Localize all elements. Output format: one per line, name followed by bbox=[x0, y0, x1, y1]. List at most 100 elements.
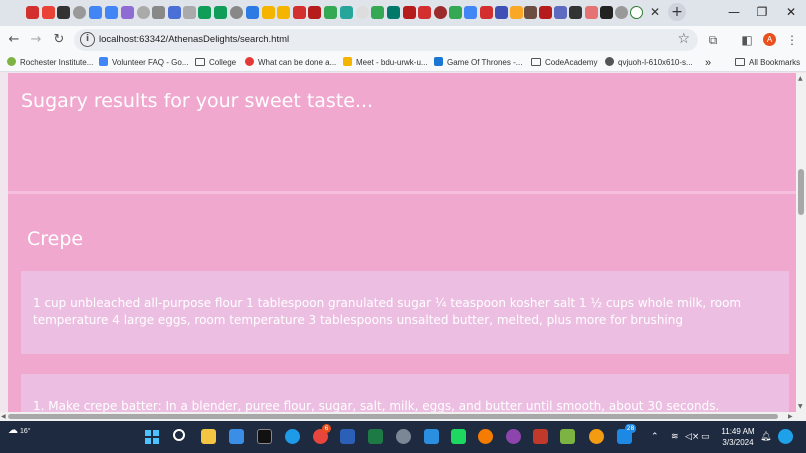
wifi-icon[interactable]: ≋ bbox=[671, 432, 679, 442]
sheets-tab-icon[interactable] bbox=[214, 6, 227, 19]
snipping-icon[interactable] bbox=[533, 429, 548, 444]
excel-icon[interactable] bbox=[368, 429, 383, 444]
bookmarks-overflow-button[interactable]: » bbox=[705, 54, 711, 72]
store-icon[interactable] bbox=[229, 429, 244, 444]
vertical-scroll-thumb[interactable] bbox=[798, 169, 804, 215]
bookmark-item[interactable]: College bbox=[195, 54, 236, 72]
extensions-icon[interactable]: ⧉ bbox=[706, 33, 720, 47]
scroll-right-arrow[interactable]: ▶ bbox=[788, 413, 793, 420]
scroll-up-arrow[interactable]: ▲ bbox=[798, 75, 803, 82]
notepad-icon[interactable] bbox=[560, 429, 575, 444]
word-icon[interactable] bbox=[340, 429, 355, 444]
start-button[interactable] bbox=[145, 430, 159, 444]
site-info-icon[interactable]: i bbox=[80, 32, 95, 47]
address-bar[interactable]: i localhost:63342/AthenasDelights/search… bbox=[74, 29, 698, 51]
page-tab-icon[interactable] bbox=[340, 6, 353, 19]
notifications-bell-icon[interactable]: 🔔︎ bbox=[760, 432, 771, 442]
page-tab-icon[interactable] bbox=[495, 6, 508, 19]
page-tab-icon[interactable] bbox=[183, 6, 196, 19]
page-tab-icon[interactable] bbox=[554, 6, 567, 19]
pycharm-icon[interactable] bbox=[451, 429, 466, 444]
minimize-button[interactable]: — bbox=[721, 3, 747, 21]
bookmark-item[interactable]: Volunteer FAQ - Go... bbox=[99, 54, 188, 72]
page-tab-icon[interactable] bbox=[524, 6, 537, 19]
bookmark-item[interactable]: Rochester Institute... bbox=[7, 54, 93, 72]
page-icon bbox=[7, 57, 16, 66]
pdf-tab-icon[interactable] bbox=[293, 6, 306, 19]
page-tab-icon[interactable] bbox=[262, 6, 275, 19]
horizontal-scrollbar[interactable]: ◀ ▶ bbox=[0, 412, 806, 421]
page-tab-icon[interactable] bbox=[168, 6, 181, 19]
side-panel-icon[interactable]: ◧ bbox=[740, 33, 754, 47]
menu-icon[interactable]: ⋮ bbox=[785, 33, 799, 47]
terminal-icon[interactable] bbox=[257, 429, 272, 444]
pdf-tab-icon[interactable] bbox=[480, 6, 493, 19]
scroll-left-arrow[interactable]: ◀ bbox=[1, 413, 6, 420]
url-text[interactable]: localhost:63342/AthenasDelights/search.h… bbox=[99, 29, 289, 51]
vertical-scrollbar[interactable]: ▲ ▼ bbox=[796, 73, 806, 412]
firefox-icon[interactable] bbox=[478, 429, 493, 444]
bookmark-item[interactable]: CodeAcademy bbox=[531, 54, 597, 72]
notion-tab-icon[interactable] bbox=[57, 6, 70, 19]
drive-tab-icon[interactable] bbox=[449, 6, 462, 19]
page-tab-icon[interactable] bbox=[105, 6, 118, 19]
pdf-tab-icon[interactable] bbox=[418, 6, 431, 19]
new-tab-button[interactable]: + bbox=[668, 3, 686, 21]
copilot-icon[interactable] bbox=[778, 429, 793, 444]
bookmark-item[interactable]: Meet - bdu-urwk-u... bbox=[343, 54, 428, 72]
horizontal-scroll-thumb[interactable] bbox=[8, 414, 778, 419]
page-tab-icon[interactable] bbox=[246, 6, 259, 19]
reload-button[interactable]: ↻ bbox=[51, 32, 67, 48]
scroll-down-arrow[interactable]: ▼ bbox=[798, 403, 803, 410]
page-tab-icon[interactable] bbox=[600, 6, 613, 19]
page-tab-icon[interactable] bbox=[539, 6, 552, 19]
bookmark-star-icon[interactable]: ☆ bbox=[677, 31, 690, 47]
volume-icon[interactable]: ◁× bbox=[685, 432, 699, 442]
page-tab-icon[interactable] bbox=[434, 6, 447, 19]
restore-button[interactable]: ❐ bbox=[749, 3, 775, 21]
file-explorer-icon[interactable] bbox=[201, 429, 216, 444]
drive-tab-icon[interactable] bbox=[371, 6, 384, 19]
forward-button[interactable]: → bbox=[28, 32, 44, 48]
page-tab-icon[interactable] bbox=[308, 6, 321, 19]
page-tab-icon[interactable] bbox=[585, 6, 598, 19]
bookmark-item[interactable]: What can be done a... bbox=[245, 54, 336, 72]
page-tab-icon[interactable] bbox=[510, 6, 523, 19]
all-bookmarks-button[interactable]: All Bookmarks bbox=[735, 54, 800, 72]
tab-close-icon[interactable]: ✕ bbox=[648, 4, 662, 20]
profile-avatar[interactable]: A bbox=[763, 33, 776, 46]
bookmark-item[interactable]: qvjuoh-l-610x610-s... bbox=[605, 54, 693, 72]
github-tab-icon[interactable] bbox=[137, 6, 150, 19]
weather-widget[interactable]: ☁ 16° bbox=[8, 425, 31, 436]
system-clock[interactable]: 11:49 AM 3/3/2024 bbox=[716, 426, 760, 448]
tray-chevron-icon[interactable]: ⌃ bbox=[651, 432, 659, 442]
doc-tab-icon[interactable] bbox=[464, 6, 477, 19]
settings-icon[interactable] bbox=[396, 429, 411, 444]
gmail-tab-icon[interactable] bbox=[42, 6, 55, 19]
notion-tab-icon[interactable] bbox=[569, 6, 582, 19]
battery-icon[interactable]: ▭ bbox=[701, 432, 710, 442]
page-tab-icon[interactable] bbox=[152, 6, 165, 19]
sheets-tab-icon[interactable] bbox=[198, 6, 211, 19]
page-tab-icon[interactable] bbox=[403, 6, 416, 19]
recipe-ingredients: 1 cup unbleached all-purpose flour 1 tab… bbox=[21, 271, 789, 354]
page-tab-icon[interactable] bbox=[387, 6, 400, 19]
active-tab-icon[interactable] bbox=[630, 6, 643, 19]
vscode-icon[interactable] bbox=[424, 429, 439, 444]
page-tab-icon[interactable] bbox=[277, 6, 290, 19]
github-tab-icon[interactable] bbox=[615, 6, 628, 19]
pdf-tab-icon[interactable] bbox=[26, 6, 39, 19]
drive-tab-icon[interactable] bbox=[324, 6, 337, 19]
edge-icon[interactable] bbox=[285, 429, 300, 444]
github-tab-icon[interactable] bbox=[73, 6, 86, 19]
search-icon[interactable] bbox=[173, 429, 185, 441]
back-button[interactable]: ← bbox=[6, 32, 22, 48]
page-tab-icon[interactable] bbox=[121, 6, 134, 19]
github-desktop-icon[interactable] bbox=[506, 429, 521, 444]
bookmark-item[interactable]: Game Of Thrones -... bbox=[434, 54, 522, 72]
close-window-button[interactable]: ✕ bbox=[778, 3, 804, 21]
doc-tab-icon[interactable] bbox=[89, 6, 102, 19]
page-tab-icon[interactable] bbox=[230, 6, 243, 19]
chrome-canary-icon[interactable] bbox=[589, 429, 604, 444]
google-tab-icon[interactable] bbox=[356, 6, 369, 19]
